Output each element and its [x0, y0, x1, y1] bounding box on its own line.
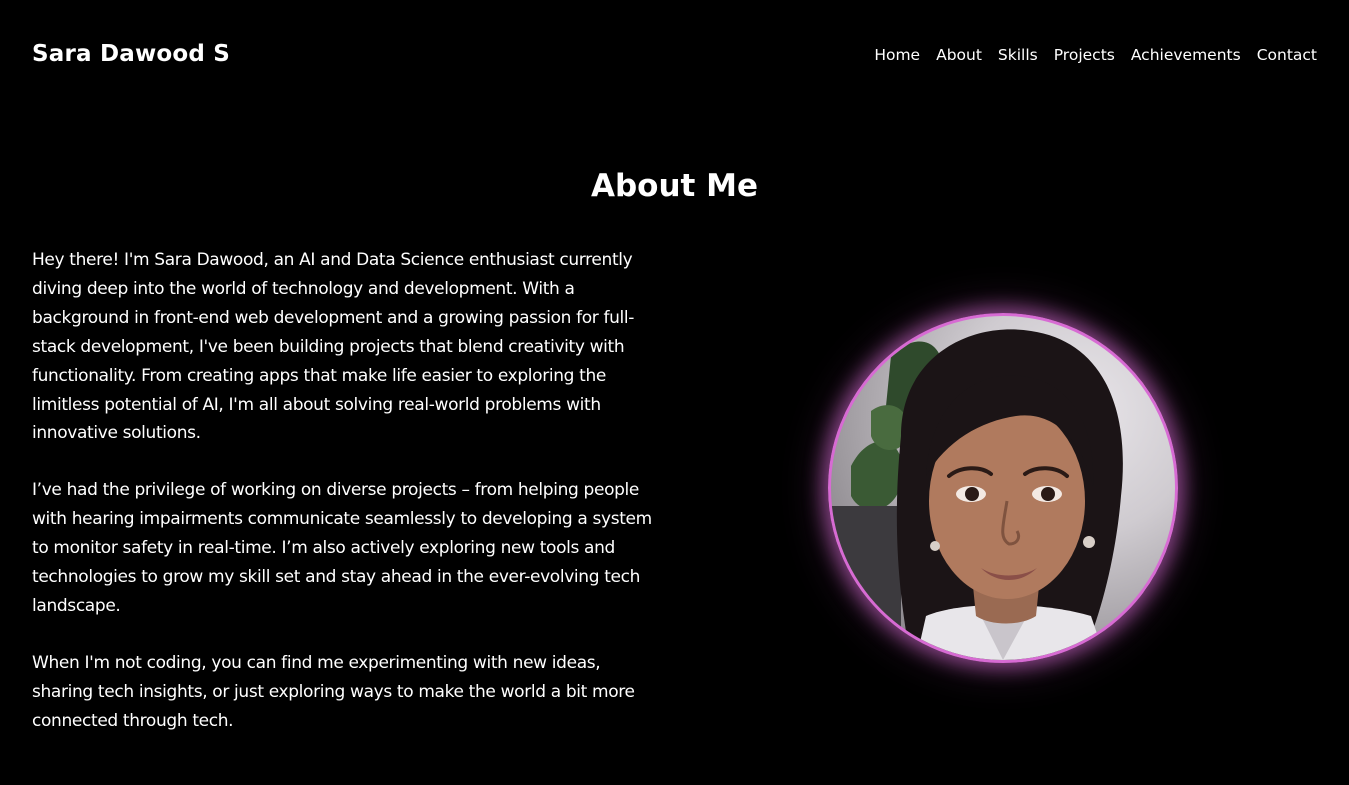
- nav-menu: Home About Skills Projects Achievements …: [874, 45, 1317, 64]
- about-text: Hey there! I'm Sara Dawood, an AI and Da…: [32, 246, 662, 764]
- nav-link-achievements[interactable]: Achievements: [1131, 46, 1241, 64]
- nav-item-projects: Projects: [1054, 45, 1115, 64]
- nav-item-about: About: [936, 45, 982, 64]
- nav-item-contact: Contact: [1257, 45, 1317, 64]
- nav-link-skills[interactable]: Skills: [998, 46, 1038, 64]
- nav-link-contact[interactable]: Contact: [1257, 46, 1317, 64]
- section-title: About Me: [590, 168, 759, 204]
- profile-portrait-image: [831, 329, 1123, 660]
- nav-item-skills: Skills: [998, 45, 1038, 64]
- navbar: Sara Dawood S Home About Skills Projects…: [0, 0, 1349, 108]
- about-paragraph-3: When I'm not coding, you can find me exp…: [32, 652, 635, 731]
- nav-link-about[interactable]: About: [936, 46, 982, 64]
- profile-photo: [828, 313, 1178, 663]
- brand-logo[interactable]: Sara Dawood S: [32, 41, 230, 67]
- nav-item-home: Home: [874, 45, 920, 64]
- about-paragraph-2: I’ve had the privilege of working on div…: [32, 480, 652, 616]
- nav-link-projects[interactable]: Projects: [1054, 46, 1115, 64]
- nav-link-home[interactable]: Home: [874, 46, 920, 64]
- about-paragraph-1: Hey there! I'm Sara Dawood, an AI and Da…: [32, 250, 635, 444]
- nav-item-achievements: Achievements: [1131, 45, 1241, 64]
